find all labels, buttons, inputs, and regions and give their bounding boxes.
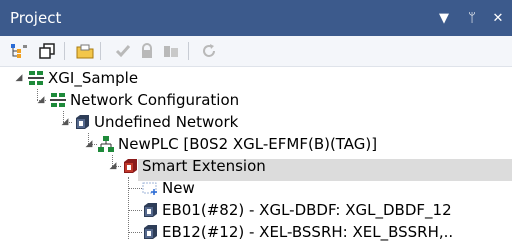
module-icon bbox=[142, 202, 158, 218]
network-icon bbox=[50, 92, 66, 108]
tree-item-label: Network Configuration bbox=[70, 91, 240, 109]
tree-item-newplc[interactable]: NewPLC [B0S2 XGL-EFMF(B)(TAG)] bbox=[98, 133, 377, 155]
tree-item-undefined-network[interactable]: Undefined Network bbox=[74, 111, 238, 133]
tree-connector bbox=[128, 188, 142, 189]
tree-connector bbox=[128, 232, 142, 233]
tree-item-network-configuration[interactable]: Network Configuration bbox=[50, 89, 239, 111]
panel-titlebar: Project ▼ ᛘ ✕ bbox=[0, 0, 512, 36]
tree-item-label: EB12(#12) - XEL-BSSRH: XEL_BSSRH,.. bbox=[162, 223, 454, 241]
tree-connector bbox=[128, 210, 142, 211]
collapse-toggle-icon[interactable]: ◢ bbox=[36, 95, 46, 105]
toolbar-separator bbox=[188, 42, 189, 60]
lock-icon[interactable] bbox=[136, 40, 158, 62]
check-icon[interactable] bbox=[112, 40, 134, 62]
project-toolbar bbox=[0, 36, 512, 67]
network-icon bbox=[28, 70, 44, 86]
module-icon bbox=[74, 114, 90, 130]
tree-item-label: XGI_Sample bbox=[48, 69, 139, 87]
plc-icon bbox=[98, 136, 114, 152]
copy-icon[interactable] bbox=[36, 40, 58, 62]
tree-item-label: Undefined Network bbox=[94, 113, 239, 131]
toolbar-separator bbox=[100, 42, 101, 60]
toolbar-separator bbox=[64, 42, 65, 60]
security-icon[interactable] bbox=[160, 40, 182, 62]
tree-item-project[interactable]: XGI_Sample bbox=[28, 67, 138, 89]
refresh-icon[interactable] bbox=[198, 40, 220, 62]
collapse-toggle-icon[interactable]: ◢ bbox=[84, 139, 94, 149]
tree-connector bbox=[128, 177, 129, 239]
collapse-toggle-icon[interactable]: ◢ bbox=[60, 117, 70, 127]
close-icon[interactable]: ✕ bbox=[488, 8, 508, 28]
project-tree: ◢ XGI_Sample ◢ Network Configuration ◢ U… bbox=[0, 67, 512, 247]
module-icon bbox=[122, 158, 138, 174]
tree-item-label: EB01(#82) - XGL-DBDF: XGL_DBDF_12 bbox=[162, 201, 452, 219]
tree-item-smart-extension[interactable]: Smart Extension bbox=[122, 155, 266, 177]
tree-item-new[interactable]: New bbox=[142, 177, 195, 199]
dropdown-icon[interactable]: ▼ bbox=[434, 8, 454, 28]
new-item-icon bbox=[142, 180, 158, 196]
tree-item-label: New bbox=[162, 179, 195, 197]
module-icon bbox=[142, 224, 158, 240]
panel-title: Project bbox=[10, 9, 62, 27]
pin-icon[interactable]: ᛘ bbox=[462, 8, 482, 28]
tree-item-eb12[interactable]: EB12(#12) - XEL-BSSRH: XEL_BSSRH,.. bbox=[142, 221, 453, 243]
collapse-toggle-icon[interactable]: ◢ bbox=[14, 73, 24, 83]
tree-item-label: NewPLC [B0S2 XGL-EFMF(B)(TAG)] bbox=[118, 135, 378, 153]
collapse-toggle-icon[interactable]: ◢ bbox=[108, 161, 118, 171]
tree-item-label: Smart Extension bbox=[142, 157, 266, 175]
tree-item-eb01[interactable]: EB01(#82) - XGL-DBDF: XGL_DBDF_12 bbox=[142, 199, 452, 221]
tree-view-icon[interactable] bbox=[8, 40, 30, 62]
open-folder-icon[interactable] bbox=[74, 40, 96, 62]
